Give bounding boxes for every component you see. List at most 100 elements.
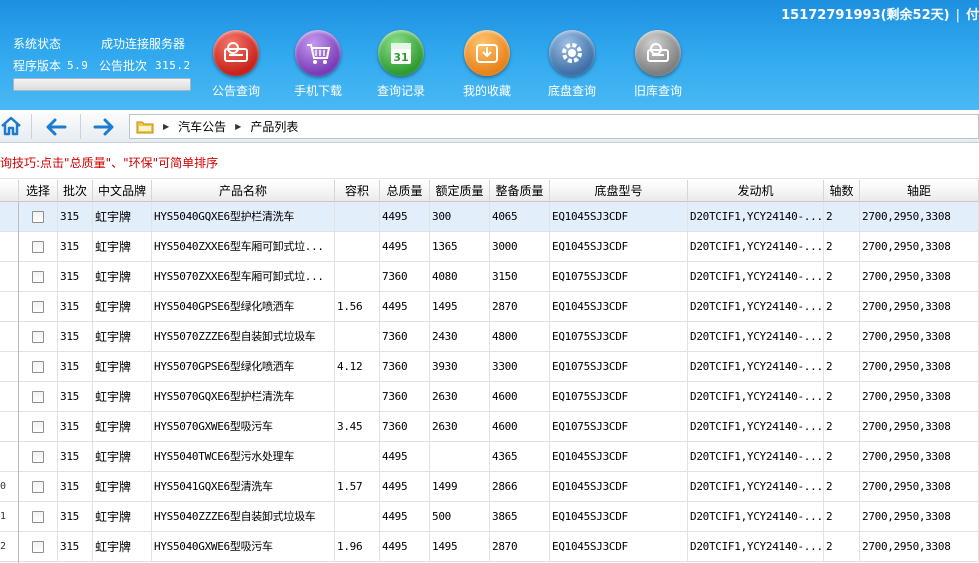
cell-engine: D20TCIF1,YCY24140-... [688, 382, 824, 412]
row-checkbox[interactable] [32, 211, 44, 223]
cell-rated-mass: 3930 [430, 352, 490, 382]
cell-product-name: HYS5040GQXE6型护栏清洗车 [152, 202, 335, 232]
cell-volume: 3.45 [335, 412, 380, 442]
row-select-cell [19, 322, 58, 352]
cell-engine: D20TCIF1,YCY24140-... [688, 532, 824, 562]
row-select-cell [19, 292, 58, 322]
cell-axle-count: 2 [824, 442, 860, 472]
row-checkbox[interactable] [32, 271, 44, 283]
table-row[interactable]: 315 虹宇牌 HYS5040GQXE6型护栏清洗车 4495 300 4065 EQ104… [0, 202, 979, 232]
row-gutter [0, 412, 19, 442]
table-row[interactable]: 315 虹宇牌 HYS5040GPSE6型绿化喷洒车 1.56 4495 1495 2870… [0, 292, 979, 322]
cell-curb-mass: 3000 [490, 232, 550, 262]
column-header-batch[interactable]: 批次 [58, 180, 93, 202]
cell-wheelbase: 2700,2950,3308 [860, 232, 979, 262]
cell-axle-count: 2 [824, 412, 860, 442]
back-button[interactable] [44, 115, 68, 139]
folder-icon [136, 121, 154, 133]
row-checkbox[interactable] [32, 301, 44, 313]
column-header-select[interactable]: 选择 [19, 180, 58, 202]
row-checkbox[interactable] [32, 511, 44, 523]
cell-chassis-model: EQ1075SJ3CDF [550, 382, 688, 412]
cell-wheelbase: 2700,2950,3308 [860, 322, 979, 352]
row-checkbox[interactable] [32, 391, 44, 403]
column-header-wheelbase[interactable]: 轴距 [860, 180, 979, 202]
column-header-engine[interactable]: 发动机 [688, 180, 824, 202]
version-label: 程序版本 [13, 58, 62, 73]
cell-axle-count: 2 [824, 292, 860, 322]
cell-batch: 315 [58, 232, 93, 262]
cell-batch: 315 [58, 292, 93, 322]
row-checkbox[interactable] [32, 241, 44, 253]
cell-batch: 315 [58, 262, 93, 292]
arrow-right-icon [93, 118, 114, 136]
breadcrumb-item-announcement[interactable]: 汽车公告 [178, 118, 226, 135]
row-checkbox[interactable] [32, 421, 44, 433]
cell-total-mass: 4495 [380, 292, 430, 322]
cell-chassis-model: EQ1045SJ3CDF [550, 502, 688, 532]
home-button[interactable] [0, 115, 24, 139]
cell-volume: 1.96 [335, 532, 380, 562]
column-header-brand[interactable]: 中文品牌 [93, 180, 152, 202]
table-row[interactable]: 315 虹宇牌 HYS5040ZXXE6型车厢可卸式垃... 4495 1365 3000… [0, 232, 979, 262]
row-checkbox[interactable] [32, 361, 44, 373]
table-row[interactable]: 0 315 虹宇牌 HYS5041GQXE6型清洗车 1.57 4495 1499 2866 E… [0, 472, 979, 502]
old-archive-icon [635, 30, 681, 76]
column-header-rated-mass[interactable]: 额定质量 [430, 180, 490, 202]
home-icon [1, 116, 21, 136]
cell-engine: D20TCIF1,YCY24140-... [688, 322, 824, 352]
old-archive-query-button[interactable]: 旧库查询 [615, 30, 701, 99]
grid-header: 选择 批次 中文品牌 产品名称 容积 总质量 额定质量 整备质量 底盘型号 发动机 轴数 轴距 [0, 180, 979, 202]
gear-chassis-icon [549, 30, 595, 76]
mobile-download-button[interactable]: 手机下载 [275, 30, 361, 99]
table-row[interactable]: 315 虹宇牌 HYS5070ZXXE6型车厢可卸式垃... 7360 4080 3150… [0, 262, 979, 292]
row-select-cell [19, 472, 58, 502]
cell-rated-mass: 500 [430, 502, 490, 532]
column-header-total-mass[interactable]: 总质量 [380, 180, 430, 202]
query-record-button[interactable]: 31 查询记录 [358, 30, 444, 99]
column-header-product-name[interactable]: 产品名称 [152, 180, 335, 202]
mobile-download-label: 手机下载 [293, 84, 342, 98]
chassis-query-button[interactable]: 底盘查询 [529, 30, 615, 99]
cell-total-mass: 4495 [380, 472, 430, 502]
cell-product-name: HYS5070GXWE6型吸污车 [152, 412, 335, 442]
cell-batch: 315 [58, 382, 93, 412]
cell-axle-count: 2 [824, 472, 860, 502]
cell-rated-mass: 1365 [430, 232, 490, 262]
cell-volume [335, 202, 380, 232]
cell-rated-mass: 1495 [430, 532, 490, 562]
cell-brand: 虹宇牌 [93, 502, 152, 532]
table-row[interactable]: 315 虹宇牌 HYS5070GQXE6型护栏清洗车 7360 2630 4600 EQ10… [0, 382, 979, 412]
cell-brand: 虹宇牌 [93, 412, 152, 442]
cell-wheelbase: 2700,2950,3308 [860, 292, 979, 322]
cell-engine: D20TCIF1,YCY24140-... [688, 442, 824, 472]
column-header-volume[interactable]: 容积 [335, 180, 380, 202]
row-checkbox[interactable] [32, 541, 44, 553]
table-row[interactable]: 315 虹宇牌 HYS5070GXWE6型吸污车 3.45 7360 2630 4600 EQ… [0, 412, 979, 442]
cell-batch: 315 [58, 202, 93, 232]
row-checkbox[interactable] [32, 451, 44, 463]
my-favorites-button[interactable]: 我的收藏 [444, 30, 530, 99]
column-header-axle-count[interactable]: 轴数 [824, 180, 860, 202]
forward-button[interactable] [92, 115, 116, 139]
column-header-curb-mass[interactable]: 整备质量 [490, 180, 550, 202]
cell-volume [335, 502, 380, 532]
table-row[interactable]: 315 虹宇牌 HYS5070GPSE6型绿化喷洒车 4.12 7360 3930 3300… [0, 352, 979, 382]
cell-total-mass: 4495 [380, 532, 430, 562]
table-row[interactable]: 315 虹宇牌 HYS5070ZZZE6型自装卸式垃圾车 7360 2430 4800 EQ… [0, 322, 979, 352]
navigation-bar: ▶ 汽车公告 ▶ 产品列表 [0, 110, 979, 143]
pay-link[interactable]: 付 [966, 8, 979, 23]
row-select-cell [19, 262, 58, 292]
calendar-record-icon: 31 [378, 30, 424, 76]
cell-curb-mass: 4800 [490, 322, 550, 352]
column-header-chassis-model[interactable]: 底盘型号 [550, 180, 688, 202]
cell-curb-mass: 4600 [490, 412, 550, 442]
cell-volume [335, 262, 380, 292]
announcement-search-button[interactable]: 公告查询 [193, 30, 279, 99]
table-row[interactable]: 2 315 虹宇牌 HYS5040GXWE6型吸污车 1.96 4495 1495 2870 E… [0, 532, 979, 562]
table-row[interactable]: 315 虹宇牌 HYS5040TWCE6型污水处理车 4495 4365 EQ1045SJ… [0, 442, 979, 472]
table-row[interactable]: 1 315 虹宇牌 HYS5040ZZZE6型自装卸式垃圾车 4495 500 3865 EQ… [0, 502, 979, 532]
row-checkbox[interactable] [32, 481, 44, 493]
row-checkbox[interactable] [32, 331, 44, 343]
breadcrumb-item-product-list[interactable]: 产品列表 [250, 118, 298, 135]
